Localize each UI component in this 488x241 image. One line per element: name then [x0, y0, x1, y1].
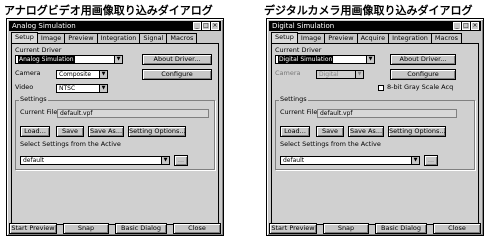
camera-label: Camera [15, 69, 41, 77]
settings-select[interactable]: default ▼ [20, 156, 170, 165]
about-driver-button[interactable]: About Driver... [390, 54, 456, 65]
save-button[interactable]: Save [316, 126, 344, 137]
save-as-button[interactable]: Save As... [88, 126, 124, 137]
close-icon[interactable]: × [471, 22, 479, 30]
settings-label: Settings [279, 95, 308, 104]
setup-panel: Current Driver Analog Simulation ▼ About… [11, 43, 219, 225]
driver-value: Analog Simulation [18, 56, 75, 63]
title-bar: Digital Simulation _ □ × [269, 21, 481, 31]
tab-image[interactable]: Image [296, 33, 326, 43]
current-file-label: Current File: [280, 108, 320, 116]
left-caption: アナログビデオ用画像取り込みダイアログ [4, 4, 213, 17]
settings-value: default [283, 157, 305, 164]
tab-bar: Setup Image Preview Integration Signal M… [11, 32, 198, 43]
title-bar: Analog Simulation _ □ × [9, 21, 221, 31]
chevron-down-icon: ▼ [161, 157, 169, 164]
setting-options-button[interactable]: Setting Options... [128, 126, 186, 137]
gray-scale-checkbox[interactable] [378, 85, 384, 91]
window-title: Analog Simulation [12, 22, 76, 30]
browse-button[interactable]: ... [174, 155, 188, 166]
tab-setup[interactable]: Setup [271, 32, 298, 43]
settings-select[interactable]: default ▼ [280, 156, 420, 165]
current-file-field: default.vpf [317, 109, 457, 118]
tab-bar: Setup Image Preview Acquire Integration … [271, 32, 462, 43]
chevron-down-icon: ▼ [114, 56, 122, 63]
camera-value: Composite [59, 71, 92, 78]
start-preview-button[interactable]: Start Preview [269, 223, 317, 234]
video-select[interactable]: NTSC ▼ [56, 84, 108, 93]
load-button[interactable]: Load... [280, 126, 310, 137]
tab-setup[interactable]: Setup [11, 32, 38, 43]
chevron-down-icon: ▼ [411, 157, 419, 164]
tab-acquire[interactable]: Acquire [356, 33, 390, 43]
tab-macros[interactable]: Macros [430, 33, 462, 43]
current-file-label: Current File: [20, 108, 60, 116]
camera-label: Camera [275, 69, 301, 77]
snap-button[interactable]: Snap [323, 223, 369, 234]
chevron-down-icon: ▼ [99, 85, 107, 92]
driver-select[interactable]: Digital Simulation ▼ [275, 55, 375, 64]
camera-select[interactable]: Composite ▼ [56, 70, 108, 79]
window-title: Digital Simulation [272, 22, 335, 30]
right-caption: デジタルカメラ用画像取り込みダイアログ [264, 4, 473, 17]
about-driver-button[interactable]: About Driver... [142, 54, 212, 65]
chevron-down-icon: ▼ [366, 56, 374, 63]
maximize-icon[interactable]: □ [462, 22, 470, 30]
bottom-button-bar: Start Preview Snap Basic Dialog Close [9, 223, 221, 234]
tab-integration[interactable]: Integration [388, 33, 432, 43]
tab-signal[interactable]: Signal [139, 33, 168, 43]
save-as-button[interactable]: Save As... [348, 126, 384, 137]
tab-macros[interactable]: Macros [166, 33, 198, 43]
setting-options-button[interactable]: Setting Options... [388, 126, 446, 137]
current-driver-label: Current Driver [275, 46, 322, 54]
configure-button[interactable]: Configure [390, 69, 456, 80]
current-driver-label: Current Driver [15, 46, 62, 54]
minimize-icon[interactable]: _ [453, 22, 461, 30]
current-file-field: default.vpf [57, 109, 209, 118]
tab-integration[interactable]: Integration [96, 33, 141, 43]
tab-preview[interactable]: Preview [324, 33, 358, 43]
load-button[interactable]: Load... [20, 126, 50, 137]
close-icon[interactable]: × [211, 22, 219, 30]
start-preview-button[interactable]: Start Preview [9, 223, 57, 234]
video-value: NTSC [59, 85, 76, 92]
browse-button[interactable]: ... [424, 155, 438, 166]
driver-value: Digital Simulation [278, 56, 334, 63]
camera-select[interactable]: Digital ▼ [316, 70, 364, 79]
settings-label: Settings [19, 95, 48, 104]
close-button[interactable]: Close [433, 223, 481, 234]
select-settings-label: Select Settings from the Active [280, 140, 381, 148]
video-label: Video [15, 83, 34, 91]
setup-panel: Current Driver Digital Simulation ▼ Abou… [271, 43, 479, 225]
analog-simulation-dialog: Analog Simulation _ □ × Setup Image Prev… [6, 18, 224, 236]
digital-simulation-dialog: Digital Simulation _ □ × Setup Image Pre… [266, 18, 484, 236]
gray-scale-label: 8-bit Gray Scale Acq [387, 83, 454, 91]
configure-button[interactable]: Configure [142, 69, 212, 80]
save-button[interactable]: Save [56, 126, 84, 137]
maximize-icon[interactable]: □ [202, 22, 210, 30]
select-settings-label: Select Settings from the Active [20, 140, 121, 148]
close-button[interactable]: Close [173, 223, 221, 234]
minimize-icon[interactable]: _ [193, 22, 201, 30]
tab-preview[interactable]: Preview [64, 33, 98, 43]
chevron-down-icon: ▼ [99, 71, 107, 78]
tab-image[interactable]: Image [36, 33, 66, 43]
bottom-button-bar: Start Preview Snap Basic Dialog Close [269, 223, 481, 234]
basic-dialog-button[interactable]: Basic Dialog [375, 223, 427, 234]
settings-value: default [23, 157, 45, 164]
snap-button[interactable]: Snap [63, 223, 109, 234]
driver-select[interactable]: Analog Simulation ▼ [15, 55, 123, 64]
basic-dialog-button[interactable]: Basic Dialog [115, 223, 167, 234]
chevron-down-icon: ▼ [355, 71, 363, 78]
camera-value: Digital [319, 71, 339, 78]
